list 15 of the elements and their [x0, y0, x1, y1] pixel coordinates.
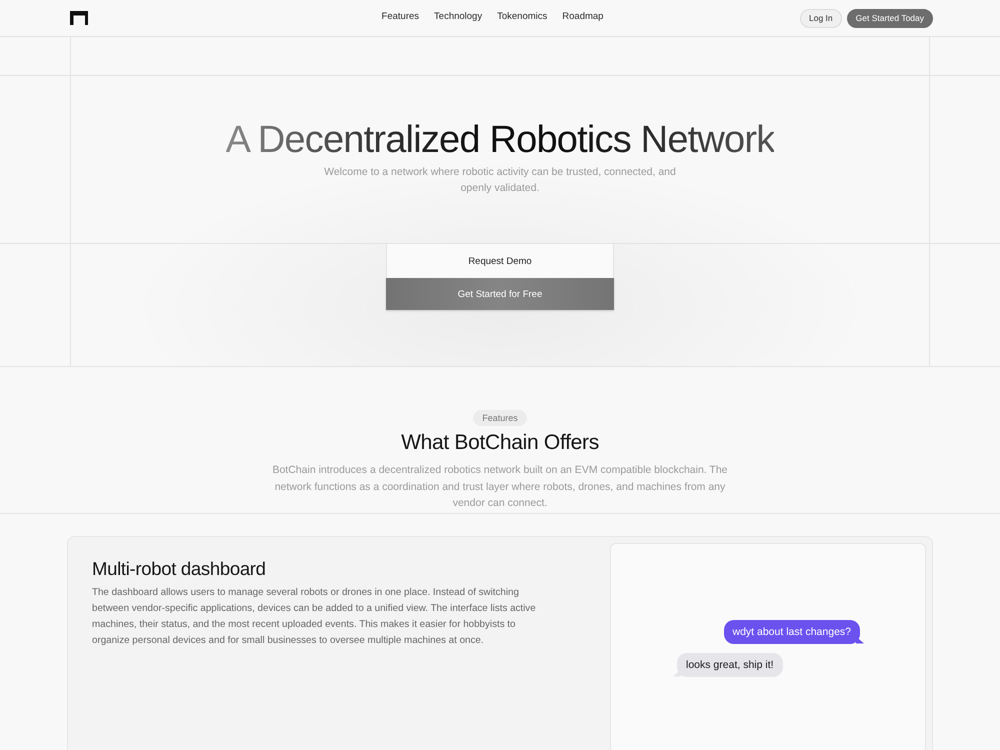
section-heading: What BotChain Offers	[401, 430, 599, 455]
feature-description: The dashboard allows users to manage several robots or drones in one place. Instead of switching between vendor-specific applications, devices can be added to a unified view. The interface lists active machines, their status, and the most recent uploaded events. This makes it easier for hobbyists to organize personal devices and for small businesses to oversee multiple machines at once.	[92, 586, 537, 648]
nav-link[interactable]: Roadmap	[562, 11, 604, 22]
feature-title: Multi-robot dashboard	[92, 558, 266, 580]
section-description: BotChain introduces a decentralized robotics network built on an EVM compatible blockchain. The network functions as a coordination and trust layer where robots, drones, and machines from any vendor can connect.	[271, 463, 729, 511]
hero-subtitle: Welcome to a network where robotic activity can be trusted, connected, and openly validated.	[323, 165, 677, 196]
get-started-free-button[interactable]: Get Started for Free	[386, 278, 614, 310]
nav-link[interactable]: Tokenomics	[497, 11, 548, 22]
section-badge: Features	[473, 410, 527, 426]
login-button[interactable]: Log In	[800, 8, 842, 28]
nav-link[interactable]: Features	[382, 11, 420, 22]
arch-logo-icon[interactable]	[70, 11, 88, 25]
get-started-button[interactable]: Get Started Today	[846, 8, 933, 28]
nav-link[interactable]: Technology	[434, 11, 482, 22]
request-demo-button[interactable]: Request Demo	[386, 244, 614, 278]
